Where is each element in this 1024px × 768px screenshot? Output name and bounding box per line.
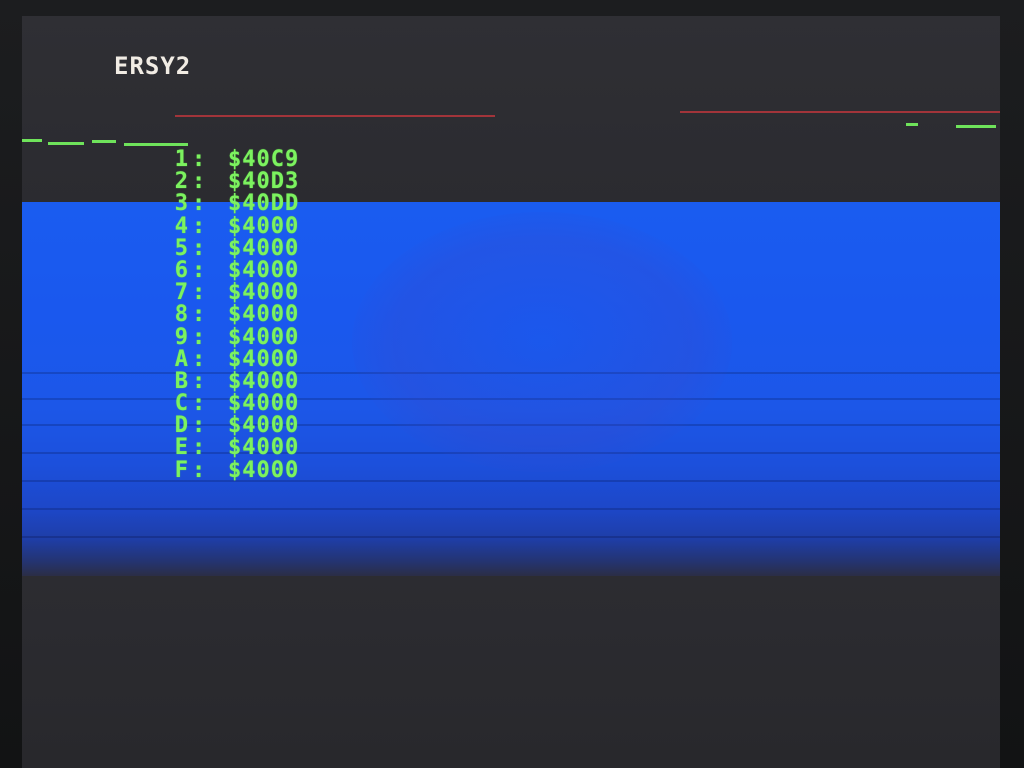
row-index: 8 xyxy=(174,302,188,328)
row-address: $4000 xyxy=(228,257,300,283)
table-row: B: $4000 xyxy=(158,368,300,394)
green-raster-dash xyxy=(48,142,84,145)
green-raster-dash xyxy=(956,125,996,128)
table-row: E: $4000 xyxy=(158,437,299,459)
screen-title: ERSY2 xyxy=(114,52,192,80)
row-index: C xyxy=(174,391,188,417)
row-address: $4000 xyxy=(228,413,300,439)
table-row: 9: $4000 xyxy=(158,324,300,350)
monitor-bezel: ERSY2 1: $40C9 2: $40D3 3: $40DD 4: $4000 5: $400… xyxy=(0,0,1024,768)
row-address: $4000 xyxy=(228,324,300,350)
row-index: F xyxy=(174,457,188,483)
row-separator: : xyxy=(192,391,206,417)
row-separator: : xyxy=(192,346,206,372)
row-separator: : xyxy=(192,235,206,261)
monitor-screen: ERSY2 1: $40C9 2: $40D3 3: $40DD 4: $4000 5: $400… xyxy=(22,16,1000,768)
row-separator: : xyxy=(192,368,206,394)
row-address: $4000 xyxy=(228,280,300,306)
row-separator: : xyxy=(192,435,206,461)
row-separator: : xyxy=(192,169,206,195)
row-index: A xyxy=(174,346,188,372)
row-index: 6 xyxy=(174,257,188,283)
row-index: 1 xyxy=(174,147,188,172)
row-address: $4000 xyxy=(228,368,300,394)
row-separator: : xyxy=(192,324,206,350)
green-raster-dash xyxy=(22,139,42,142)
screen-bottom-area xyxy=(22,576,1000,768)
green-raster-dash xyxy=(906,123,918,126)
row-index: E xyxy=(174,435,188,461)
row-index: B xyxy=(174,368,188,394)
red-raster-line xyxy=(175,115,495,117)
row-address: $40DD xyxy=(228,191,300,217)
table-row: A: $4000 xyxy=(158,346,300,372)
green-raster-dash xyxy=(92,140,116,143)
row-separator: : xyxy=(192,147,206,172)
table-row: 6: $4000 xyxy=(158,257,300,283)
row-address: $40D3 xyxy=(228,169,300,195)
row-separator: : xyxy=(192,191,206,217)
table-row: 5: $4000 xyxy=(158,235,300,261)
row-index: 2 xyxy=(174,169,188,195)
table-row: 7: $4000 xyxy=(158,280,300,306)
row-index: D xyxy=(174,413,188,439)
row-address: $40C9 xyxy=(228,147,300,172)
table-row: 1: $40C9 xyxy=(158,147,300,172)
row-address: $4000 xyxy=(228,391,300,417)
row-address: $4000 xyxy=(228,346,300,372)
red-raster-line xyxy=(680,111,1000,113)
row-index: 7 xyxy=(174,280,188,306)
row-separator: : xyxy=(192,457,206,483)
row-index: 5 xyxy=(174,235,188,261)
row-separator: : xyxy=(192,302,206,328)
table-row: D: $4000 xyxy=(158,415,299,437)
table-row: 3: $40DD xyxy=(158,193,299,215)
row-address: $4000 xyxy=(228,213,300,239)
table-row: 2: $40D3 xyxy=(158,169,300,195)
row-index: 3 xyxy=(174,191,188,217)
row-separator: : xyxy=(192,280,206,306)
row-separator: : xyxy=(192,213,206,239)
green-raster-dash xyxy=(124,143,188,146)
table-row: 4: $4000 xyxy=(158,213,300,239)
row-separator: : xyxy=(192,413,206,439)
row-address: $4000 xyxy=(228,435,300,461)
row-separator: : xyxy=(192,257,206,283)
row-address: $4000 xyxy=(228,302,300,328)
row-index: 4 xyxy=(174,213,188,239)
scanline xyxy=(22,536,1000,538)
table-row: 8: $4000 xyxy=(158,304,299,326)
row-index: 9 xyxy=(174,324,188,350)
row-address: $4000 xyxy=(228,235,300,261)
table-row: C: $4000 xyxy=(158,391,300,417)
row-address: $4000 xyxy=(228,457,300,483)
table-row: F: $4000 xyxy=(158,457,300,483)
address-table: 1: $40C9 2: $40D3 3: $40DD 4: $4000 5: $4000 6: $40… xyxy=(158,147,300,483)
scanline xyxy=(22,508,1000,510)
